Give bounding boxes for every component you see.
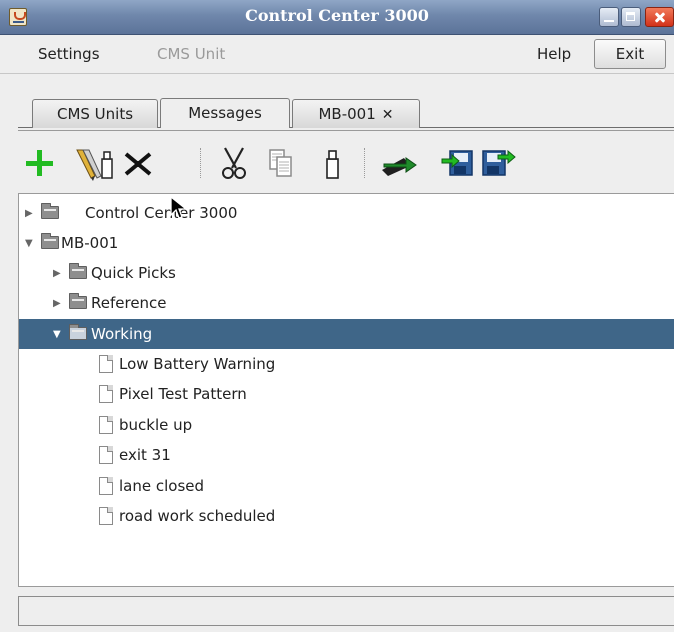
tree-node-label: Reference	[91, 294, 167, 312]
message-file-icon	[99, 416, 113, 434]
tab-label: Messages	[188, 104, 262, 122]
tree-node-label: exit 31	[119, 446, 171, 464]
copy-icon	[269, 149, 292, 177]
tree-node-quick-picks[interactable]: ▶ Quick Picks	[19, 258, 674, 288]
tab-label: CMS Units	[56, 105, 134, 123]
tree-node-message[interactable]: lane closed	[19, 471, 674, 501]
tree-node-label: road work scheduled	[119, 507, 276, 525]
folder-icon	[41, 203, 59, 219]
delete-message-button[interactable]	[120, 144, 156, 182]
tree-node-label: buckle up	[119, 416, 193, 434]
folder-open-icon	[41, 233, 59, 249]
toolbar-frame	[18, 130, 674, 139]
import-button[interactable]	[440, 144, 476, 182]
message-file-icon	[99, 385, 113, 403]
collapse-icon[interactable]: ▼	[53, 329, 61, 340]
main-window: Control Center 3000 Settings CMS Unit He…	[0, 0, 674, 632]
tab-strip: CMS Units Messages MB-001 ✕	[0, 74, 674, 130]
tree-node-label: lane closed	[119, 477, 205, 495]
tree-node-control-center[interactable]: ▶ Control Center 3000	[19, 198, 674, 228]
tab-label: MB-001	[318, 105, 376, 123]
folder-icon	[69, 293, 87, 309]
menu-settings[interactable]: Settings	[38, 45, 100, 63]
message-tree[interactable]: ▶ Control Center 3000 ▼ MB-001 ▶ Quick P…	[18, 193, 674, 587]
send-icon	[382, 157, 417, 176]
tab-close-icon[interactable]: ✕	[382, 101, 394, 129]
tree-node-working[interactable]: ▼ Working	[19, 319, 674, 349]
tree-node-message[interactable]: exit 31	[19, 440, 674, 470]
message-file-icon	[99, 507, 113, 525]
add-icon	[26, 150, 53, 176]
collapse-icon[interactable]: ▼	[25, 238, 33, 249]
tab-messages[interactable]: Messages	[160, 98, 290, 128]
delete-icon	[124, 152, 152, 176]
edit-icon	[76, 149, 113, 181]
tree-node-message[interactable]: Low Battery Warning	[19, 349, 674, 379]
send-message-button[interactable]	[378, 144, 422, 182]
close-window-button[interactable]	[645, 7, 674, 27]
status-bar	[18, 596, 674, 626]
tree-node-label: Quick Picks	[91, 264, 176, 282]
tree-node-label: Pixel Test Pattern	[119, 385, 247, 403]
mouse-cursor-icon	[170, 195, 188, 219]
expand-icon[interactable]: ▶	[25, 208, 33, 219]
menu-help[interactable]: Help	[537, 45, 571, 63]
menu-cms-unit: CMS Unit	[157, 45, 226, 63]
tree-node-reference[interactable]: ▶ Reference	[19, 288, 674, 318]
message-file-icon	[99, 477, 113, 495]
export-button[interactable]	[480, 144, 516, 182]
edit-message-button[interactable]	[71, 144, 117, 182]
add-message-button[interactable]	[22, 144, 58, 182]
copy-button[interactable]	[264, 144, 300, 182]
tree-node-message[interactable]: road work scheduled	[19, 501, 674, 531]
tree-node-label: Control Center 3000	[85, 204, 238, 222]
title-bar[interactable]: Control Center 3000	[0, 0, 674, 35]
window-title: Control Center 3000	[245, 6, 429, 25]
paste-button[interactable]	[314, 144, 350, 182]
tree-node-message[interactable]: Pixel Test Pattern	[19, 379, 674, 409]
tab-mb-001[interactable]: MB-001 ✕	[292, 99, 420, 128]
import-icon	[441, 150, 473, 176]
cut-icon	[222, 147, 246, 179]
folder-icon	[69, 263, 87, 279]
menu-bar: Settings CMS Unit Help Exit	[0, 35, 674, 74]
export-icon	[482, 149, 516, 176]
message-file-icon	[99, 355, 113, 373]
expand-icon[interactable]: ▶	[53, 268, 61, 279]
exit-button[interactable]: Exit	[594, 39, 666, 69]
expand-icon[interactable]: ▶	[53, 298, 61, 309]
message-file-icon	[99, 446, 113, 464]
maximize-button[interactable]	[621, 7, 641, 27]
tab-cms-units[interactable]: CMS Units	[32, 99, 158, 128]
tree-node-label: MB-001	[61, 234, 119, 252]
folder-open-icon	[69, 324, 87, 340]
cut-button[interactable]	[216, 144, 252, 182]
minimize-button[interactable]	[599, 7, 619, 27]
tree-node-label: Working	[91, 325, 153, 343]
toolbar-separator	[200, 148, 203, 178]
toolbar-separator	[364, 148, 367, 178]
tree-node-message[interactable]: buckle up	[19, 410, 674, 440]
toolbar	[0, 140, 674, 192]
tree-node-mb-001[interactable]: ▼ MB-001	[19, 228, 674, 258]
tree-node-label: Low Battery Warning	[119, 355, 276, 373]
paste-icon	[326, 150, 339, 179]
